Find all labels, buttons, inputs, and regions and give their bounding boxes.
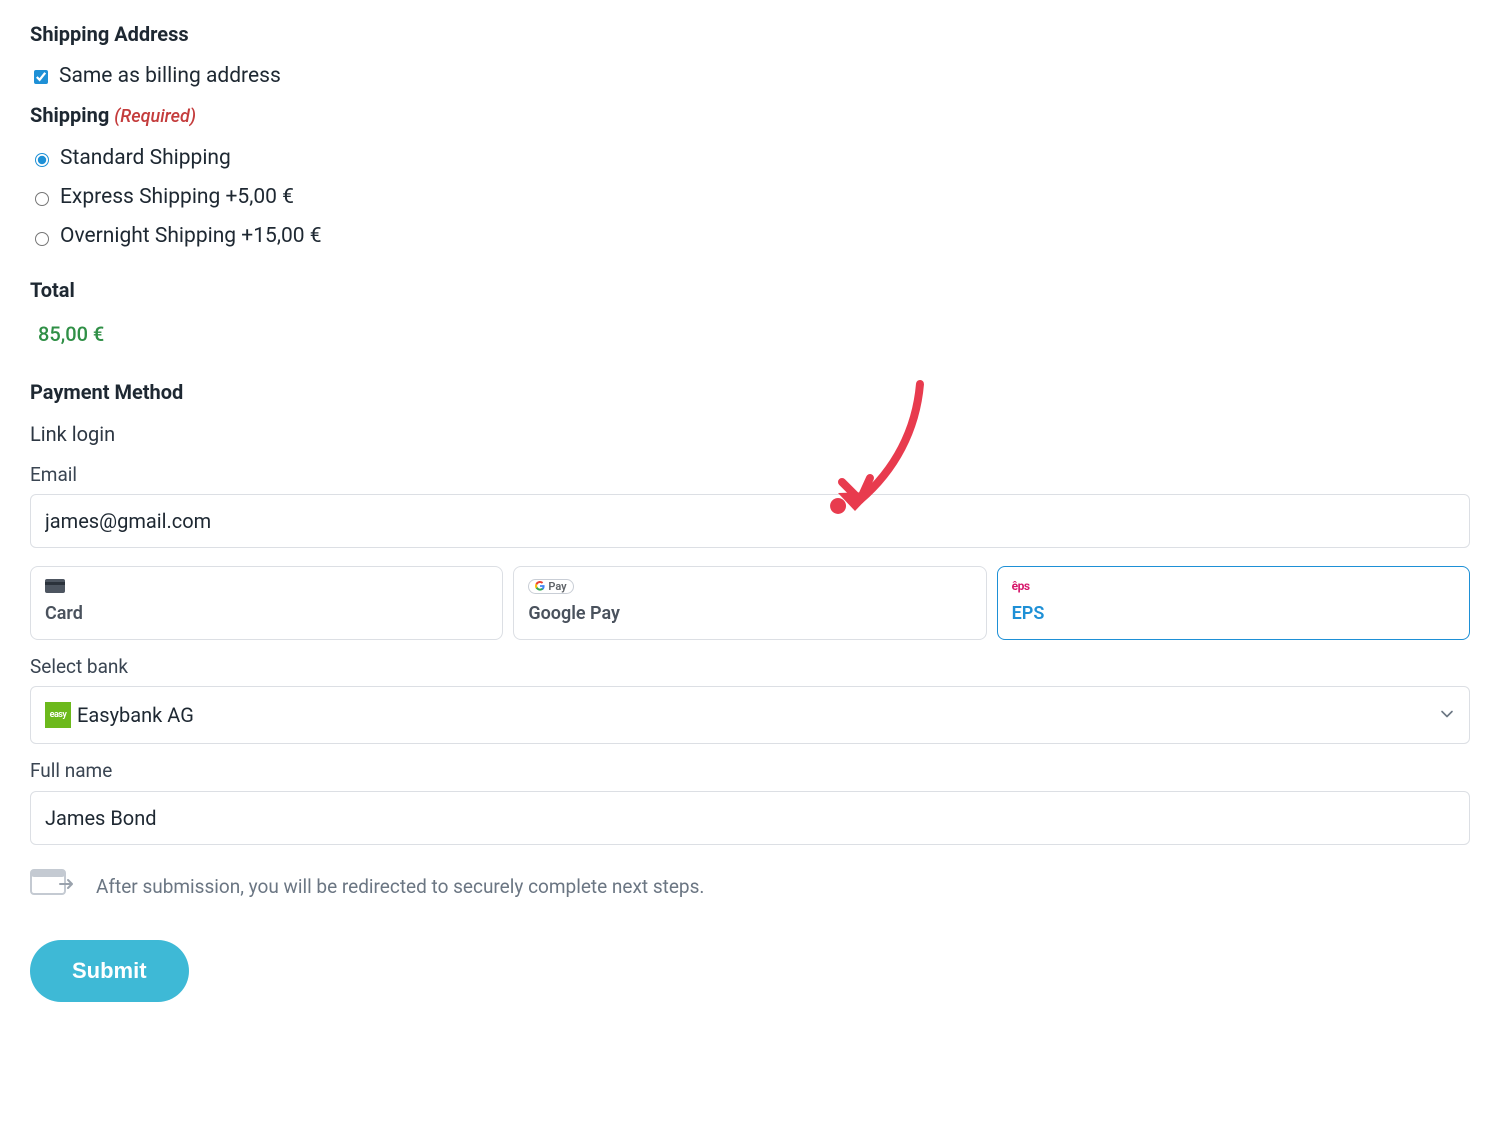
- redirect-notice-text: After submission, you will be redirected…: [96, 874, 704, 901]
- shipping-option-standard: Standard Shipping: [30, 144, 1470, 173]
- shipping-required-label: (Required): [114, 106, 196, 127]
- email-input[interactable]: [30, 494, 1470, 548]
- link-login-label: Link login: [30, 420, 1470, 448]
- shipping-title-row: Shipping (Required): [30, 101, 1470, 129]
- same-as-billing-checkbox[interactable]: [34, 70, 48, 84]
- shipping-radio-overnight[interactable]: [35, 232, 49, 246]
- shipping-label-standard: Standard Shipping: [60, 144, 231, 173]
- full-name-label: Full name: [30, 758, 1470, 785]
- shipping-label-overnight: Overnight Shipping +15,00 €: [60, 222, 322, 251]
- submit-button[interactable]: Submit: [30, 940, 189, 1002]
- shipping-option-overnight: Overnight Shipping +15,00 €: [30, 222, 1470, 251]
- shipping-address-title: Shipping Address: [30, 20, 1470, 48]
- payment-tab-card-label: Card: [45, 601, 488, 626]
- payment-tab-gpay-label: Google Pay: [528, 601, 971, 626]
- payment-tab-eps[interactable]: êps EPS: [997, 566, 1470, 639]
- google-pay-icon: Pay: [528, 577, 971, 595]
- redirect-icon: [30, 869, 76, 907]
- bank-select[interactable]: easy Easybank AG: [30, 686, 1470, 744]
- total-title: Total: [30, 276, 1470, 304]
- same-as-billing-row: Same as billing address: [30, 62, 1470, 91]
- shipping-option-express: Express Shipping +5,00 €: [30, 183, 1470, 212]
- bank-name: Easybank AG: [77, 701, 194, 729]
- shipping-title: Shipping: [30, 103, 109, 127]
- shipping-radio-standard[interactable]: [35, 153, 49, 167]
- payment-tabs: Card Pay Google Pay êps EPS: [30, 566, 1470, 639]
- easybank-icon: easy: [45, 702, 71, 728]
- full-name-input[interactable]: [30, 791, 1470, 845]
- card-icon: [45, 577, 488, 595]
- shipping-label-express: Express Shipping +5,00 €: [60, 183, 294, 212]
- total-value: 85,00 €: [38, 320, 1470, 348]
- eps-icon: êps: [1012, 577, 1455, 595]
- select-bank-label: Select bank: [30, 654, 1470, 681]
- payment-tab-eps-label: EPS: [1012, 601, 1455, 626]
- payment-tab-card[interactable]: Card: [30, 566, 503, 639]
- same-as-billing-label: Same as billing address: [59, 62, 281, 91]
- payment-tab-gpay[interactable]: Pay Google Pay: [513, 566, 986, 639]
- payment-method-title: Payment Method: [30, 378, 1470, 406]
- email-label: Email: [30, 462, 1470, 489]
- shipping-radio-express[interactable]: [35, 192, 49, 206]
- chevron-down-icon: [1439, 701, 1455, 729]
- redirect-notice-row: After submission, you will be redirected…: [30, 869, 1470, 907]
